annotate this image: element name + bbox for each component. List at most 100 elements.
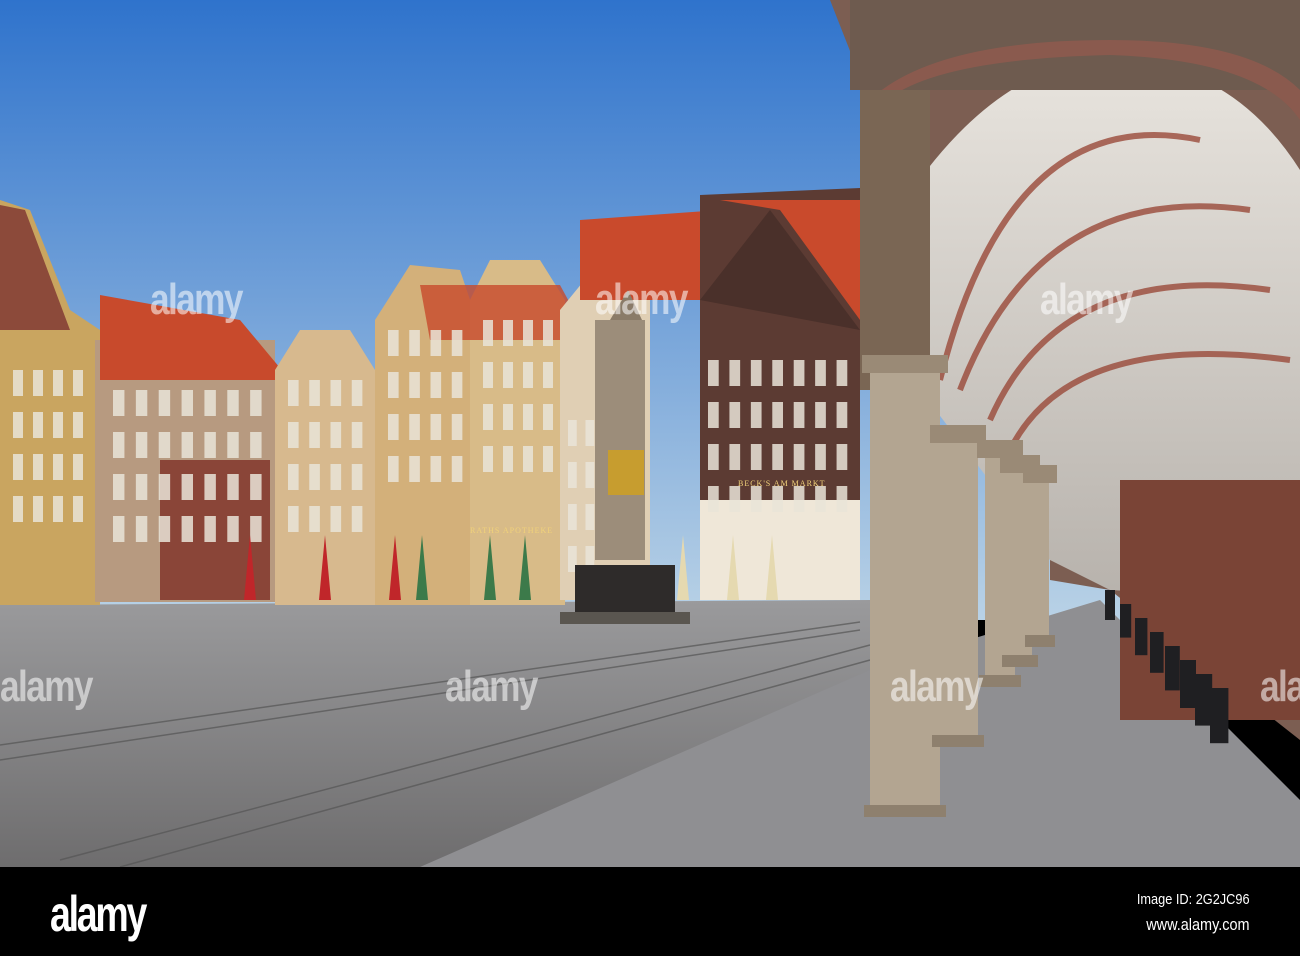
window: [430, 330, 442, 356]
window: [585, 462, 595, 488]
window: [227, 432, 239, 458]
trash-bin: [1195, 674, 1213, 726]
window: [409, 330, 420, 356]
window: [430, 372, 442, 398]
window: [330, 380, 342, 406]
window: [135, 432, 148, 458]
window: [388, 414, 399, 440]
window: [568, 420, 577, 446]
window: [836, 444, 848, 470]
window: [181, 474, 193, 500]
column-base: [979, 675, 1021, 687]
site-url: www.alamy.com: [1146, 915, 1250, 934]
trash-bin: [1120, 604, 1132, 638]
window: [53, 412, 63, 438]
window: [772, 444, 783, 470]
window: [729, 444, 741, 470]
window: [451, 330, 463, 356]
window: [729, 402, 741, 428]
window: [33, 370, 43, 396]
window: [503, 446, 513, 472]
window: [309, 380, 320, 406]
window: [113, 516, 125, 542]
watermark: alamy: [1260, 662, 1300, 711]
window: [250, 432, 262, 458]
window: [113, 390, 125, 416]
window: [729, 360, 741, 386]
window: [181, 432, 193, 458]
window: [750, 486, 762, 512]
window: [451, 456, 463, 482]
window: [33, 496, 43, 522]
column-base: [932, 735, 984, 747]
column-base: [864, 805, 946, 817]
photo: BECK'S AM MARKT RATHS APOTHEKE alamy ala…: [0, 0, 1300, 956]
trash-bin: [1135, 618, 1148, 656]
window: [33, 454, 43, 480]
window: [483, 362, 493, 388]
trash-bin: [1210, 688, 1229, 744]
window: [288, 464, 299, 490]
trash-bin: [1105, 590, 1115, 620]
alamy-logo: alamy: [50, 886, 147, 942]
window: [113, 432, 125, 458]
window: [113, 474, 125, 500]
watermark: alamy: [0, 662, 93, 711]
window: [815, 486, 826, 512]
window: [523, 404, 533, 430]
window: [288, 506, 299, 532]
window: [388, 456, 399, 482]
window: [388, 372, 399, 398]
window: [451, 414, 463, 440]
window: [483, 404, 493, 430]
window: [772, 402, 783, 428]
window: [309, 422, 320, 448]
window: [250, 390, 262, 416]
window: [815, 444, 826, 470]
window: [815, 402, 826, 428]
window: [543, 362, 553, 388]
window: [204, 432, 216, 458]
window: [836, 402, 848, 428]
window: [227, 390, 239, 416]
window: [793, 360, 805, 386]
window: [309, 464, 320, 490]
window: [73, 370, 83, 396]
trash-bin: [1180, 660, 1196, 708]
window: [483, 446, 493, 472]
window: [73, 412, 83, 438]
column: [870, 370, 940, 815]
window: [250, 474, 262, 500]
watermark: alamy: [890, 662, 983, 711]
window: [750, 402, 762, 428]
window: [793, 444, 805, 470]
window: [503, 362, 513, 388]
image-id: Image ID: 2G2JC96: [1137, 891, 1250, 908]
window: [181, 516, 193, 542]
window: [750, 444, 762, 470]
window: [708, 402, 719, 428]
window: [13, 370, 23, 396]
window: [503, 404, 513, 430]
window: [158, 516, 171, 542]
window: [330, 464, 342, 490]
window: [430, 414, 442, 440]
window: [543, 320, 553, 346]
window: [543, 404, 553, 430]
window: [351, 464, 363, 490]
window: [288, 380, 299, 406]
window: [836, 486, 848, 512]
window: [836, 360, 848, 386]
window: [793, 402, 805, 428]
watermark: alamy: [1040, 275, 1133, 324]
window: [181, 390, 193, 416]
window: [815, 360, 826, 386]
window: [227, 474, 239, 500]
window: [772, 486, 783, 512]
window: [53, 454, 63, 480]
window: [708, 486, 719, 512]
window: [351, 422, 363, 448]
column-base: [1025, 635, 1055, 647]
watermark: alamy: [150, 275, 243, 324]
window: [585, 420, 595, 446]
